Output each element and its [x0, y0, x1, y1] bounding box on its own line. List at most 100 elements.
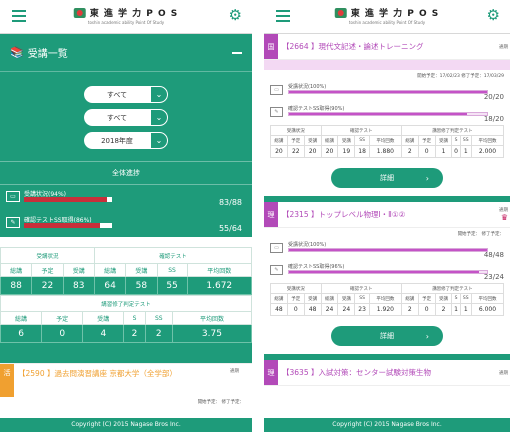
detail-button-label: 詳細 — [380, 174, 394, 182]
logo-mark-icon — [334, 7, 347, 18]
course-title[interactable]: 【2315 】トップレベル物理Ⅰ・Ⅱ①② — [278, 209, 490, 220]
progress-label: 確認テストSS取得(96%) — [288, 264, 345, 270]
logo-subtext: toshin academic ability Point Of Study — [348, 20, 426, 25]
menu-icon[interactable] — [276, 10, 290, 22]
table-cell: 総講 — [270, 293, 288, 304]
table-cell: 総講 — [400, 293, 419, 304]
table-cell: 予定 — [286, 135, 305, 146]
filter-select-1[interactable]: すべて ⌄ — [0, 86, 252, 103]
course-card-header[interactable]: 理 【2315 】トップレベル物理Ⅰ・Ⅱ①② 通期 ♛ — [264, 202, 510, 228]
col-header: SS — [156, 263, 188, 277]
logo-text: 東 進 学 力 P O S — [350, 9, 440, 19]
course-term: 通期 — [499, 44, 508, 50]
filter-select-year[interactable]: 2018年度 ⌄ — [0, 132, 252, 149]
table-cell: 平均回数 — [470, 293, 505, 304]
table-cell: 受講 — [303, 135, 322, 146]
table-cell: 0 — [417, 303, 436, 316]
cell-value: 6 — [0, 324, 43, 343]
table-cell: 1.880 — [368, 145, 402, 158]
col-header: 受講 — [62, 263, 95, 277]
progress-label: 受講状況(100%) — [288, 84, 327, 90]
final-test-table: 講習修了判定テスト 総講 予定 受講 S SS 平均回数 6 0 4 2 2 3… — [0, 295, 252, 343]
progress-value: 20/20 — [483, 93, 504, 101]
logo-mark-icon — [73, 7, 86, 18]
detail-wrap: 詳細 › — [264, 160, 510, 196]
filter-select-2[interactable]: すべて ⌄ — [0, 109, 252, 126]
course-term: 通期 — [499, 370, 508, 376]
summary-table: 受講状況 確認テスト 総講 予定 受講 総講 受講 SS 平均回数 88 22 … — [0, 247, 252, 295]
table-cell: 平均回数 — [470, 135, 505, 146]
table-cell: 22 — [286, 145, 305, 158]
table-cell: 1 — [459, 303, 472, 316]
chevron-down-icon[interactable]: ⌄ — [150, 109, 168, 126]
left-phone-screen: 東 進 学 力 P O S toshin academic ability Po… — [0, 0, 252, 432]
detail-button[interactable]: 詳細 › — [331, 168, 443, 188]
progress-confirm-test: ✎ 確認テストSS取得(90%) 18/20 — [270, 103, 504, 125]
chevron-right-icon: › — [425, 331, 429, 341]
col-header: 予定 — [41, 311, 84, 325]
table-cell: 23 — [354, 303, 370, 316]
progress-label: 確認テストSS取得(90%) — [288, 106, 345, 112]
table-cell: 2.000 — [470, 145, 505, 158]
progress-fill — [24, 223, 100, 228]
table-cell: 2 — [400, 145, 419, 158]
cell-value: 4 — [82, 324, 125, 343]
filter-value: すべて — [84, 86, 150, 103]
cell-value: 2 — [123, 324, 146, 343]
top-bar: 東 進 学 力 P O S toshin academic ability Po… — [264, 0, 510, 34]
table-cell: 2 — [434, 303, 453, 316]
course-title[interactable]: 【2664 】現代文記述・論述トレーニング — [278, 41, 490, 52]
progress-value: 48/48 — [483, 251, 504, 259]
course-card-header[interactable]: 理 【3635 】入試対策：センター試験対策生物 通期 — [264, 360, 510, 386]
table-cell: 総講 — [320, 293, 339, 304]
col-header: 平均回数 — [171, 311, 252, 325]
progress-fill — [289, 91, 487, 93]
group-header: 受講状況 — [270, 125, 322, 136]
cell-value: 2 — [144, 324, 173, 343]
gear-icon[interactable]: ⚙ — [487, 8, 500, 23]
table-cell: 平均回数 — [368, 293, 402, 304]
col-header: S — [123, 311, 146, 325]
course-title[interactable]: 【2590 】過去問演習講座 京都大学（全学部） — [14, 364, 230, 397]
table-cell: 0 — [417, 145, 436, 158]
table-cell: 2 — [400, 303, 419, 316]
gear-icon[interactable]: ⚙ — [229, 8, 242, 23]
progress-fill — [289, 271, 480, 273]
card-banner — [264, 60, 510, 70]
section-header[interactable]: 📚 受講一覧 — [0, 34, 252, 72]
cell-value: 1.672 — [186, 276, 252, 295]
table-cell: 総講 — [400, 135, 419, 146]
table-cell: 総講 — [270, 135, 288, 146]
footer-copyright: Copyright (C) 2015 Nagase Bros Inc. — [0, 418, 252, 432]
table-cell: SS — [354, 293, 370, 304]
course-title[interactable]: 【3635 】入試対策：センター試験対策生物 — [278, 367, 490, 378]
group-header: 講習修了判定テスト — [400, 125, 505, 136]
subject-tag: 活 — [0, 364, 14, 397]
table-cell: 1 — [451, 303, 461, 316]
course-term: 通期 — [230, 369, 239, 374]
menu-icon[interactable] — [12, 10, 26, 22]
course-card-header[interactable]: 国 【2664 】現代文記述・論述トレーニング 通期 — [264, 34, 510, 60]
table-cell: 48 — [303, 303, 322, 316]
course-item[interactable]: 活 【2590 】過去問演習講座 京都大学（全学部） 通期 — [0, 363, 252, 397]
collapse-icon[interactable] — [232, 51, 242, 54]
chevron-down-icon[interactable]: ⌄ — [150, 86, 168, 103]
table-cell: 20 — [270, 145, 288, 158]
progress-bar — [288, 270, 488, 274]
cell-value: 3.75 — [171, 324, 252, 343]
table-cell: SS — [459, 135, 472, 146]
course-card: 国 【2664 】現代文記述・論述トレーニング 通期 開始予定：17/02/23… — [264, 34, 510, 202]
filter-value: 2018年度 — [84, 132, 150, 149]
table-cell: 1 — [459, 145, 472, 158]
table-cell: SS — [459, 293, 472, 304]
chevron-down-icon[interactable]: ⌄ — [150, 132, 168, 149]
table-cell: 総講 — [320, 135, 339, 146]
header-row: 総講 予定 受講 総講 受講 SS 平均回数 総講 予定 受講 S SS 平均回数 — [270, 293, 505, 304]
detail-button[interactable]: 詳細 › — [331, 326, 443, 346]
logo-subtext: toshin academic ability Point Of Study — [87, 20, 165, 25]
overall-progress-title: 全体進捗 — [0, 161, 252, 185]
logo: 東 進 学 力 P O S toshin academic ability Po… — [334, 6, 440, 25]
col-header: 平均回数 — [186, 263, 252, 277]
value-row: 48 0 48 24 24 23 1.920 2 0 2 1 1 6.000 — [270, 303, 505, 316]
logo-text: 東 進 学 力 P O S — [89, 9, 179, 19]
